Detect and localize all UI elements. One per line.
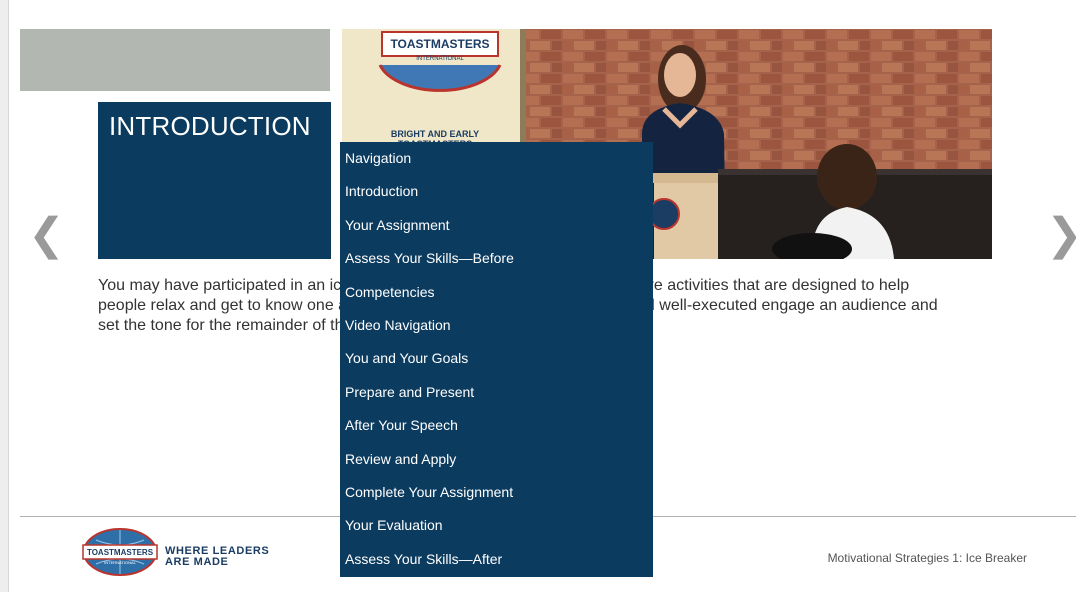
header-band bbox=[20, 29, 330, 91]
nav-item-prepare-and-present[interactable]: Prepare and Present bbox=[340, 376, 653, 409]
nav-item-introduction[interactable]: Introduction bbox=[340, 175, 653, 208]
banner-brand: TOASTMASTERS bbox=[390, 37, 489, 51]
nav-item-after-your-speech[interactable]: After Your Speech bbox=[340, 409, 653, 442]
course-title: Motivational Strategies 1: Ice Breaker bbox=[827, 551, 1027, 565]
tagline-line-2: ARE MADE bbox=[165, 556, 229, 568]
nav-item-competencies[interactable]: Competencies bbox=[340, 276, 653, 309]
nav-item-assess-skills-after[interactable]: Assess Your Skills—After bbox=[340, 543, 653, 576]
nav-item-assess-skills-before[interactable]: Assess Your Skills—Before bbox=[340, 242, 653, 275]
nav-item-complete-your-assignment[interactable]: Complete Your Assignment bbox=[340, 476, 653, 509]
logo-sub-wordmark: INTERNATIONAL bbox=[104, 560, 136, 565]
banner-caption-1: BRIGHT AND EARLY bbox=[391, 129, 479, 139]
prev-slide-chevron-icon[interactable]: ❮ bbox=[28, 213, 65, 257]
toastmasters-logo: TOASTMASTERS INTERNATIONAL bbox=[82, 528, 158, 581]
tagline: WHERE LEADERS ARE MADE bbox=[165, 546, 269, 568]
nav-item-your-assignment[interactable]: Your Assignment bbox=[340, 209, 653, 242]
navigation-menu: Navigation Introduction Your Assignment … bbox=[340, 142, 653, 577]
nav-item-video-navigation[interactable]: Video Navigation bbox=[340, 309, 653, 342]
lectern bbox=[648, 173, 730, 259]
page-title: INTRODUCTION bbox=[109, 111, 311, 141]
nav-item-you-and-your-goals[interactable]: You and Your Goals bbox=[340, 342, 653, 375]
nav-item-navigation[interactable]: Navigation bbox=[340, 142, 653, 175]
banner-sub: INTERNATIONAL bbox=[416, 56, 464, 62]
logo-wordmark: TOASTMASTERS bbox=[87, 548, 154, 557]
nav-item-your-evaluation[interactable]: Your Evaluation bbox=[340, 509, 653, 542]
nav-item-review-and-apply[interactable]: Review and Apply bbox=[340, 443, 653, 476]
intro-heading-box: INTRODUCTION bbox=[98, 102, 331, 259]
next-slide-chevron-icon[interactable]: ❯ bbox=[1046, 213, 1076, 257]
left-rail bbox=[0, 0, 9, 592]
